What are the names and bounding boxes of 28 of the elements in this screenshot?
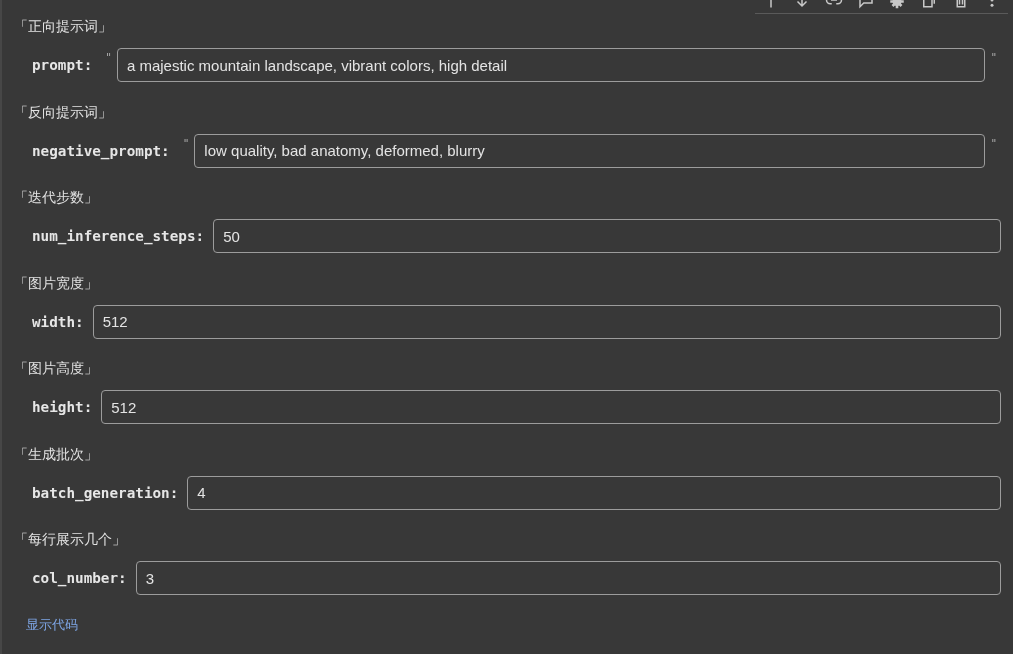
field-label: col_number: — [32, 570, 127, 586]
input-field[interactable]: a majestic mountain landscape, vibrant colors, high detail — [116, 48, 986, 82]
input-field[interactable]: low quality, bad anatomy, deformed, blurry — [194, 133, 986, 168]
field-heading: 「生成批次」 — [14, 444, 98, 464]
settings-icon[interactable] — [888, 0, 907, 9]
input-field[interactable]: 3 — [135, 561, 1001, 595]
field-label: width: — [32, 313, 84, 330]
field-heading: 「图片宽度」 — [14, 273, 98, 293]
field-heading: 「每行展示几个」 — [14, 530, 126, 549]
quote-mark: " — [990, 52, 997, 64]
quote-mark: " — [105, 52, 112, 64]
input-field[interactable]: 512 — [92, 304, 1001, 339]
field-label: prompt: — [32, 57, 93, 73]
field-heading: 「图片高度」 — [14, 359, 98, 378]
field-label: num_inference_steps: — [32, 228, 205, 244]
field-heading: 「正向提示词」 — [14, 17, 112, 36]
input-field[interactable]: 512 — [101, 390, 1001, 424]
field-label: batch_generation: — [32, 484, 179, 501]
field-label: negative_prompt: — [32, 142, 170, 159]
comment-icon[interactable] — [856, 0, 875, 9]
field-heading: 「迭代步数」 — [14, 188, 98, 207]
quote-mark: " — [990, 137, 997, 150]
show-code-link[interactable]: 显示代码 — [26, 616, 78, 633]
input-field[interactable]: 50 — [213, 219, 1001, 253]
quote-mark: " — [182, 137, 190, 150]
field-heading: 「反向提示词」 — [14, 102, 112, 122]
input-field[interactable]: 4 — [187, 475, 1001, 510]
field-label: height: — [32, 399, 93, 415]
